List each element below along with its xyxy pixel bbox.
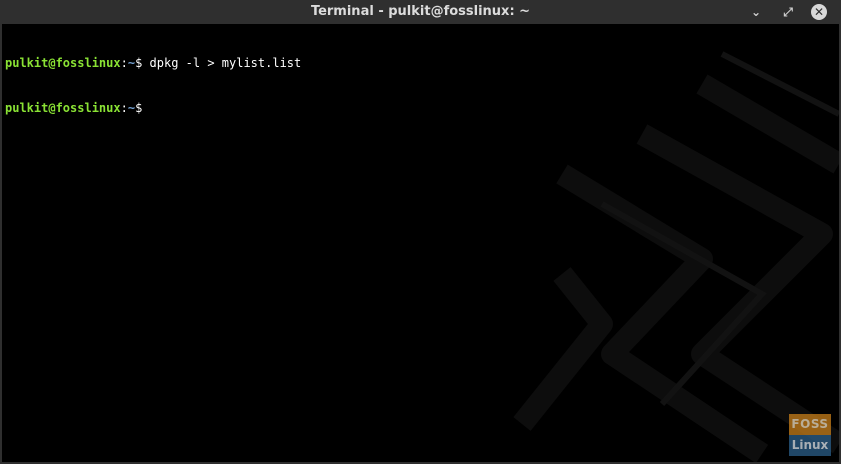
- close-icon: ✕: [813, 5, 825, 19]
- close-button[interactable]: ✕: [811, 4, 827, 20]
- terminal-area[interactable]: pulkit@fosslinux:~$ dpkg -l > mylist.lis…: [2, 24, 839, 462]
- title-bar[interactable]: Terminal - pulkit@fosslinux: ~ ⌄ ⤢ ✕: [0, 0, 841, 24]
- maximize-button[interactable]: ⤢: [779, 3, 797, 21]
- restore-icon: ⤢: [783, 5, 793, 19]
- prompt-path: ~: [127, 56, 136, 70]
- fosslinux-watermark: FOSS Linux: [789, 414, 831, 456]
- terminal-line: pulkit@fosslinux:~$ dpkg -l > mylist.lis…: [5, 56, 301, 71]
- prompt-separator: :: [120, 56, 128, 70]
- prompt-separator: :: [120, 101, 128, 115]
- command-text: dpkg -l > mylist.list: [142, 56, 302, 70]
- terminal-window: Terminal - pulkit@fosslinux: ~ ⌄ ⤢ ✕ pul…: [0, 0, 841, 464]
- window-controls: ⌄ ⤢ ✕: [747, 3, 827, 21]
- prompt-path: ~: [127, 101, 136, 115]
- prompt-user-host: pulkit@fosslinux: [5, 101, 121, 115]
- prompt-dollar: $: [135, 101, 143, 115]
- watermark-top: FOSS: [789, 414, 831, 435]
- prompt-user-host: pulkit@fosslinux: [5, 56, 121, 70]
- minimize-icon: ⌄: [750, 5, 762, 19]
- terminal-output: pulkit@fosslinux:~$ dpkg -l > mylist.lis…: [5, 26, 301, 146]
- terminal-line[interactable]: pulkit@fosslinux:~$: [5, 101, 301, 116]
- minimize-button[interactable]: ⌄: [747, 3, 765, 21]
- window-title: Terminal - pulkit@fosslinux: ~: [310, 4, 531, 19]
- watermark-bottom: Linux: [789, 435, 831, 456]
